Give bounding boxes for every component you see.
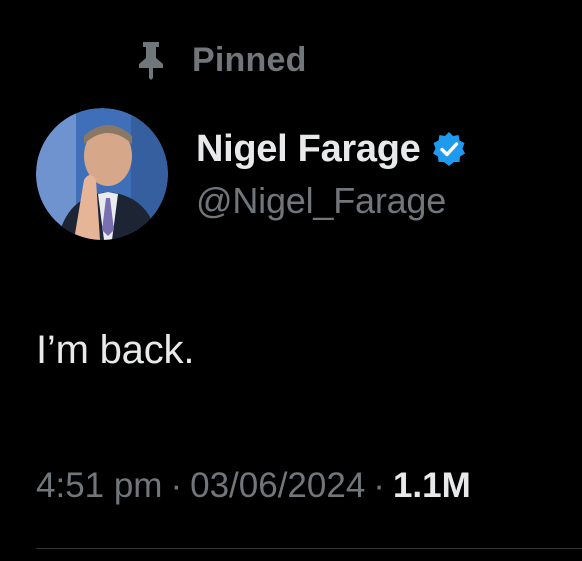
- tweet-meta: 4:51 pm · 03/06/2024 · 1.1M: [36, 466, 471, 506]
- tweet-date[interactable]: 03/06/2024: [190, 466, 365, 506]
- tweet-time[interactable]: 4:51 pm: [36, 466, 162, 506]
- author-handle[interactable]: @Nigel_Farage: [196, 180, 446, 222]
- divider: [36, 548, 582, 549]
- tweet-card[interactable]: Pinned Nigel Farage @Nigel_Farage I’m ba…: [0, 0, 582, 561]
- meta-separator: ·: [170, 466, 183, 505]
- avatar[interactable]: [36, 108, 168, 240]
- author-name-row[interactable]: Nigel Farage: [196, 124, 468, 174]
- tweet-text: I’m back.: [36, 328, 195, 372]
- views-count[interactable]: 1.1M: [393, 466, 471, 506]
- meta-separator: ·: [373, 466, 385, 505]
- verified-badge-icon: [433, 132, 466, 166]
- pinned-indicator: Pinned: [134, 38, 307, 82]
- pinned-label: Pinned: [192, 40, 307, 79]
- author-display-name[interactable]: Nigel Farage: [196, 128, 421, 171]
- pin-icon: [139, 42, 163, 80]
